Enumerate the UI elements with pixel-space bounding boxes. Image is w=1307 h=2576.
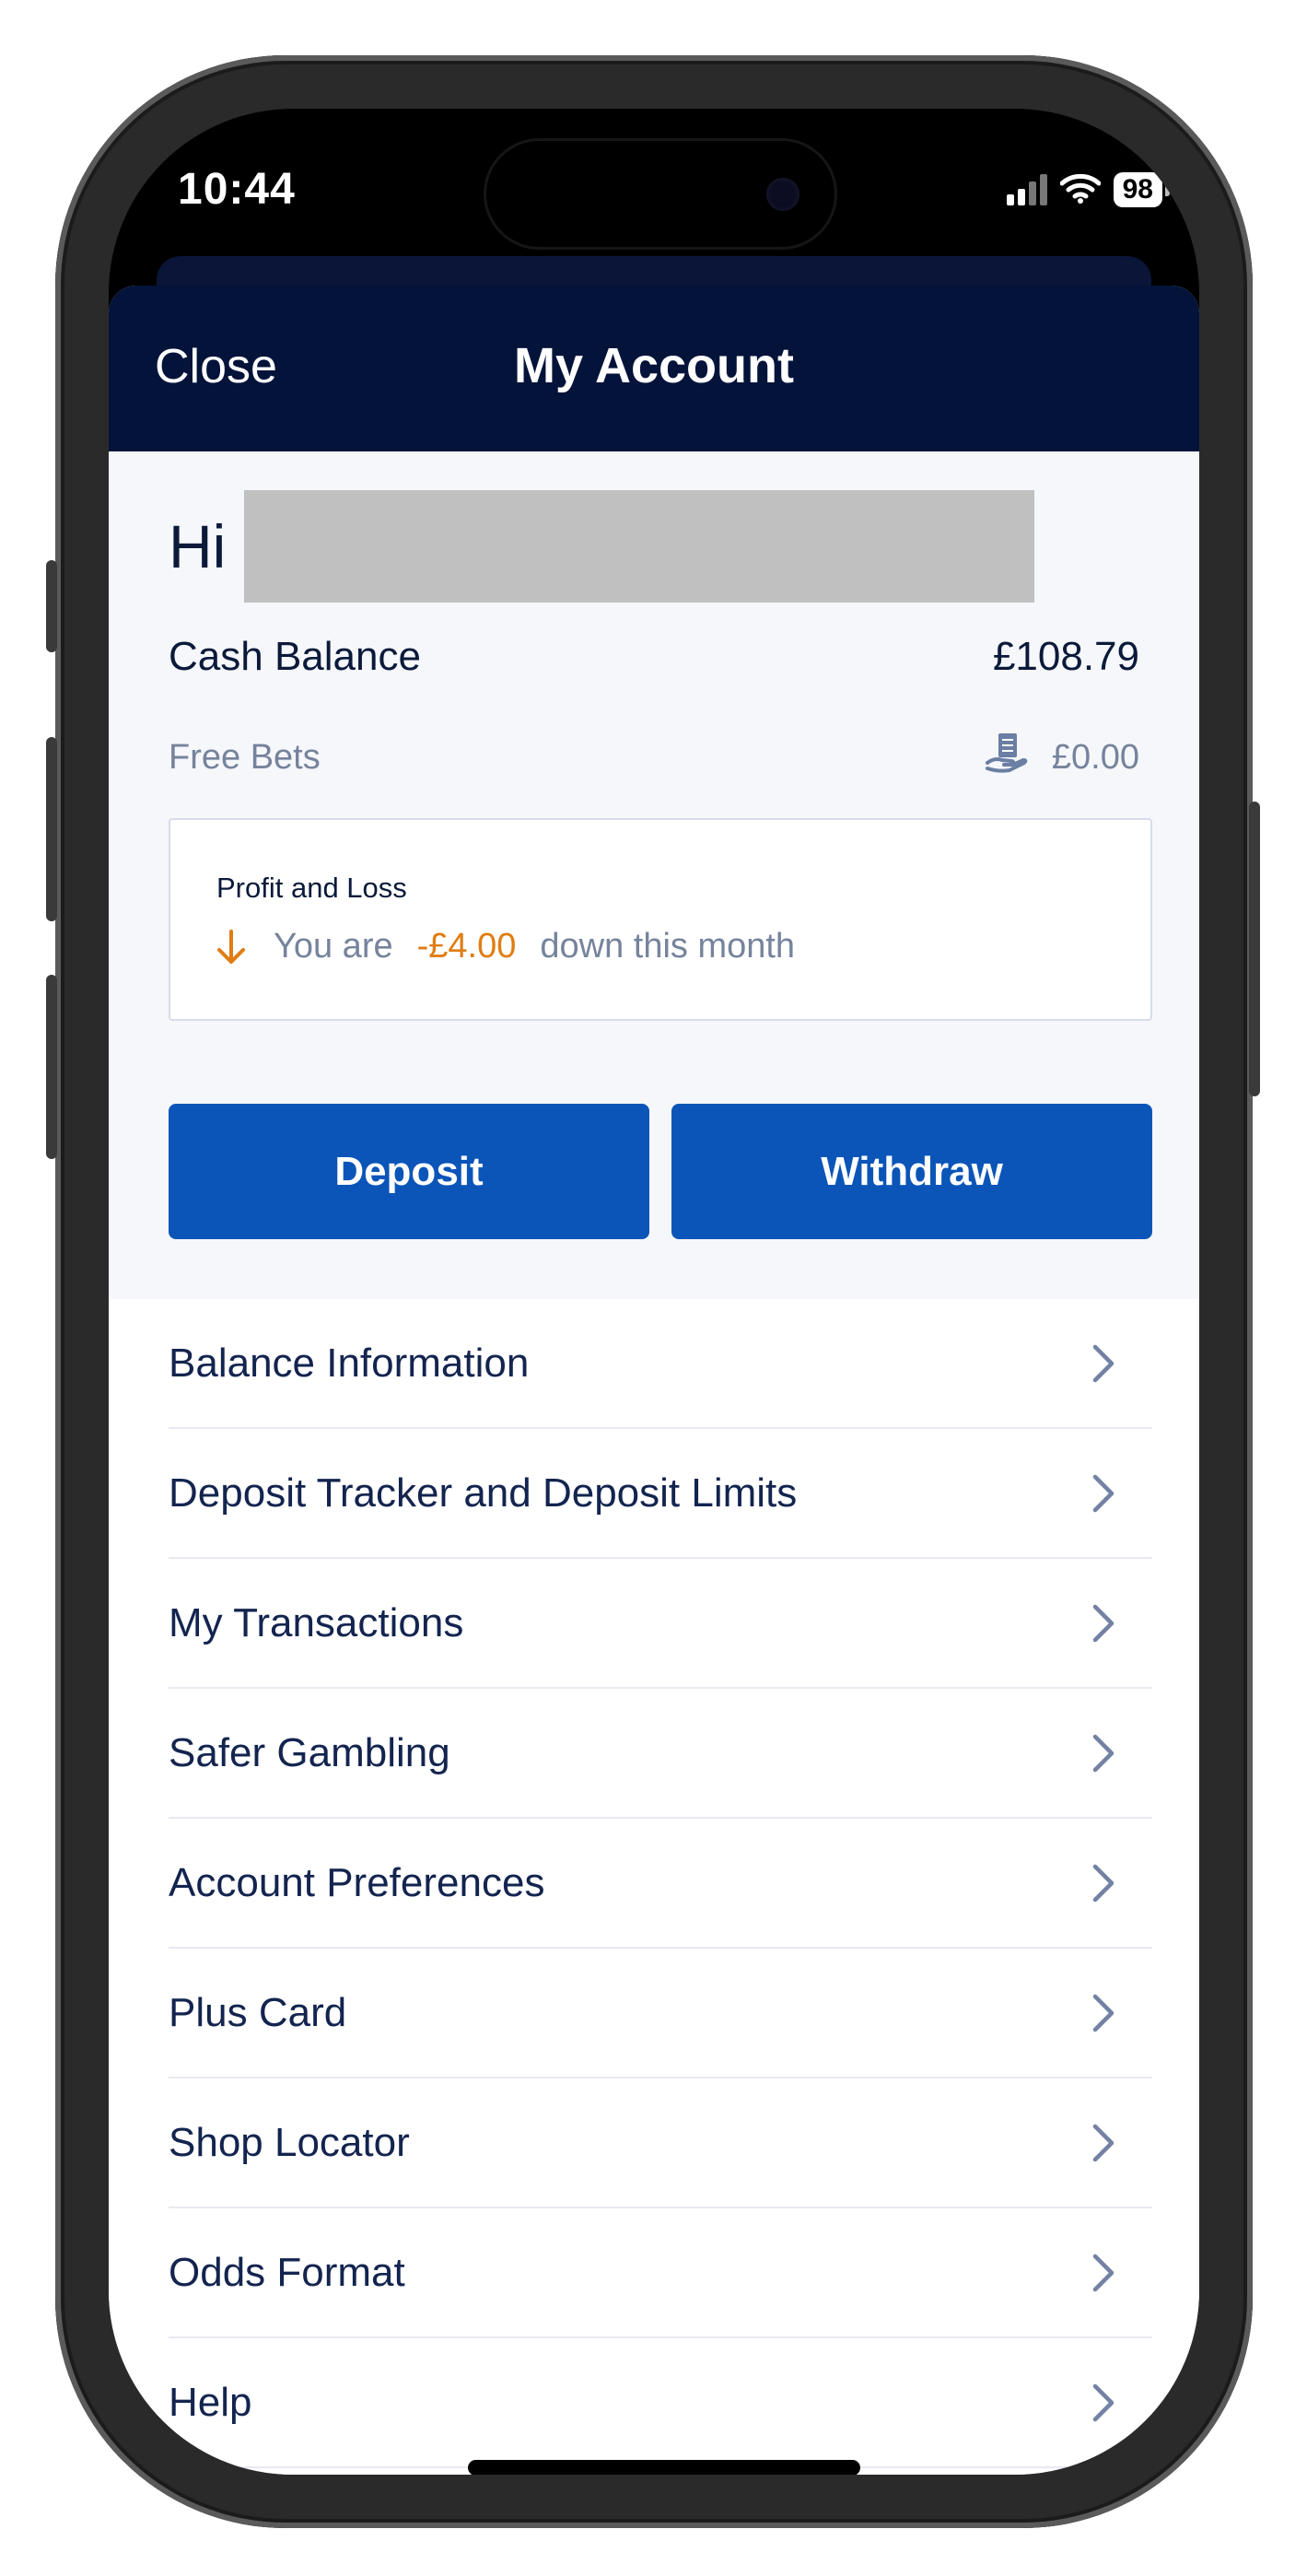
menu-item-label: Help: [169, 2379, 252, 2425]
menu-item-label: Deposit Tracker and Deposit Limits: [169, 1469, 798, 1516]
menu-item-label: Account Preferences: [169, 1859, 545, 1905]
dynamic-island: [486, 141, 834, 247]
profit-loss-card[interactable]: Profit and Loss You are -£4.00 down this…: [169, 818, 1152, 1021]
profit-loss-prefix: You are: [274, 927, 393, 966]
volume-up-button: [46, 737, 57, 921]
menu-item-label: Balance Information: [169, 1340, 530, 1386]
profit-loss-summary: You are -£4.00 down this month: [216, 927, 795, 966]
chevron-right-icon: [1091, 2383, 1115, 2423]
menu-item-my-transactions[interactable]: My Transactions: [169, 1559, 1152, 1689]
chevron-right-icon: [1091, 1603, 1115, 1644]
menu-item-label: Odds Format: [169, 2249, 405, 2295]
chevron-right-icon: [1091, 1863, 1115, 1903]
chevron-right-icon: [1091, 1473, 1115, 1514]
deposit-button[interactable]: Deposit: [169, 1104, 649, 1239]
page-title: My Account: [513, 338, 794, 393]
account-sheet: Close My Account Hi Cash Balance £108.79…: [109, 286, 1199, 2475]
volume-down-button: [46, 975, 57, 1159]
cash-balance-label: Cash Balance: [169, 634, 421, 679]
chevron-right-icon: [1091, 1733, 1115, 1774]
status-time: 10:44: [178, 165, 296, 214]
free-bets-row: Free Bets £0.00: [169, 732, 1139, 783]
menu-item-help[interactable]: Help: [169, 2338, 1152, 2468]
chevron-right-icon: [1091, 2123, 1115, 2163]
power-button: [1249, 802, 1260, 1096]
status-indicators: 98: [1006, 171, 1171, 208]
withdraw-button[interactable]: Withdraw: [671, 1104, 1152, 1239]
cash-balance-value: £108.79: [992, 634, 1139, 679]
hand-money-icon: [985, 732, 1028, 783]
profit-loss-amount: -£4.00: [416, 927, 517, 966]
menu-item-label: Shop Locator: [169, 2119, 410, 2165]
account-menu: Balance Information Deposit Tracker and …: [109, 1299, 1199, 2475]
sheet-header: Close My Account: [109, 286, 1199, 451]
chevron-right-icon: [1091, 1993, 1115, 2033]
action-button: [46, 560, 57, 652]
menu-item-shop-locator[interactable]: Shop Locator: [169, 2078, 1152, 2208]
menu-item-safer-gambling[interactable]: Safer Gambling: [169, 1689, 1152, 1819]
menu-item-balance-information[interactable]: Balance Information: [169, 1299, 1152, 1429]
profit-loss-title: Profit and Loss: [216, 872, 407, 904]
home-indicator[interactable]: [468, 2460, 860, 2475]
arrow-down-icon: [216, 929, 246, 966]
menu-item-label: My Transactions: [169, 1599, 464, 1645]
menu-item-odds-format[interactable]: Odds Format: [169, 2208, 1152, 2338]
menu-item-plus-card[interactable]: Plus Card: [169, 1949, 1152, 2078]
screen: 10:44 98 Close My Account Hi Cash Balanc…: [109, 109, 1199, 2475]
free-bets-label: Free Bets: [169, 737, 321, 777]
menu-item-account-preferences[interactable]: Account Preferences: [169, 1819, 1152, 1949]
menu-item-deposit-tracker[interactable]: Deposit Tracker and Deposit Limits: [169, 1429, 1152, 1559]
menu-item-label: Safer Gambling: [169, 1729, 450, 1775]
camera-icon: [766, 178, 799, 211]
battery-indicator: 98: [1113, 172, 1171, 207]
menu-item-label: Plus Card: [169, 1989, 347, 2035]
cellular-signal-icon: [1006, 174, 1047, 205]
cash-balance-row: Cash Balance £108.79: [169, 634, 1139, 680]
wifi-icon: [1059, 172, 1102, 208]
greeting-text: Hi: [169, 512, 227, 580]
chevron-right-icon: [1091, 1343, 1115, 1384]
free-bets-value: £0.00: [1051, 737, 1139, 777]
chevron-right-icon: [1091, 2253, 1115, 2293]
redacted-username: [244, 490, 1034, 603]
profit-loss-suffix: down this month: [540, 927, 796, 966]
